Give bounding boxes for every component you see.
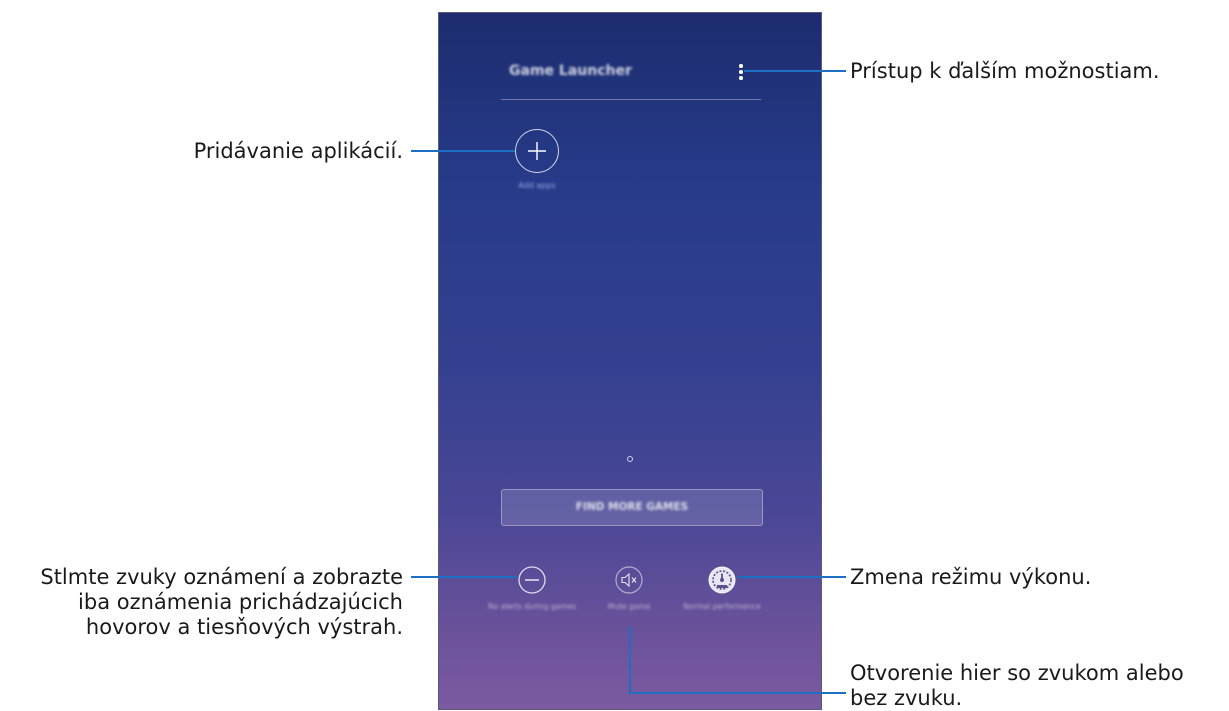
mute-game-label: Mute game bbox=[607, 602, 651, 611]
no-alerts-label: No alerts during games bbox=[488, 602, 576, 611]
game-launcher-screen: Game Launcher Add apps FIND MORE GAMES N… bbox=[438, 12, 822, 710]
find-more-games-label: FIND MORE GAMES bbox=[575, 501, 689, 513]
page-indicator bbox=[627, 456, 633, 462]
leader-line-mute-horizontal bbox=[629, 692, 846, 694]
callout-mute: Otvorenie hier so zvukom alebo bez zvuku… bbox=[850, 661, 1184, 711]
callout-add-apps: Pridávanie aplikácií. bbox=[193, 139, 403, 163]
callout-mute-line1: Otvorenie hier so zvukom alebo bbox=[850, 661, 1184, 685]
mute-game-button[interactable] bbox=[614, 565, 644, 595]
leader-line-more-options bbox=[744, 70, 846, 72]
leader-line-add-apps bbox=[411, 150, 515, 152]
leader-line-performance bbox=[738, 576, 846, 578]
callout-no-alerts-line2: iba oznámenia prichádzajúcich bbox=[78, 590, 403, 614]
callout-no-alerts-line1: Stlmte zvuky oznámení a zobrazte bbox=[40, 565, 403, 589]
performance-button[interactable] bbox=[707, 565, 737, 595]
minus-circle-icon bbox=[518, 566, 546, 594]
callout-no-alerts-line3: hovorov a tiesňových výstrah. bbox=[85, 615, 403, 639]
find-more-games-button[interactable]: FIND MORE GAMES bbox=[501, 489, 763, 526]
leader-line-no-alerts bbox=[411, 576, 517, 578]
add-apps-label: Add apps bbox=[518, 181, 556, 190]
callout-mute-line2: bez zvuku. bbox=[850, 686, 963, 710]
leader-line-mute-vertical bbox=[629, 626, 631, 694]
callout-performance: Zmena režimu výkonu. bbox=[850, 565, 1092, 589]
performance-label: Normal performance bbox=[683, 602, 761, 611]
speedometer-icon bbox=[708, 566, 736, 594]
more-options-icon[interactable] bbox=[735, 61, 747, 85]
plus-icon bbox=[528, 142, 546, 160]
callout-more-options: Prístup k ďalším možnostiam. bbox=[850, 59, 1160, 83]
callout-no-alerts: Stlmte zvuky oznámení a zobrazte iba ozn… bbox=[40, 565, 403, 640]
add-apps-button[interactable] bbox=[515, 129, 559, 173]
title-divider bbox=[501, 99, 761, 100]
app-title: Game Launcher bbox=[509, 63, 632, 79]
no-alerts-button[interactable] bbox=[517, 565, 547, 595]
mute-icon bbox=[615, 566, 643, 594]
